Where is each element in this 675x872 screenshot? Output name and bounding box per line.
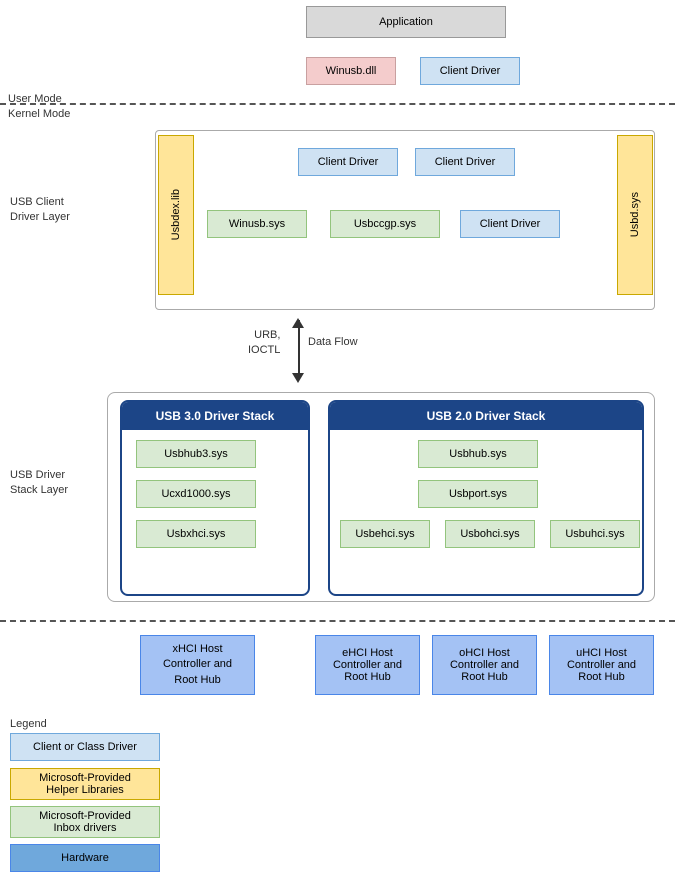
- user-kernel-divider: [0, 103, 675, 105]
- arrow-vertical: [298, 320, 300, 375]
- client-driver-top-box: Client Driver: [420, 57, 520, 85]
- client-driver-1-label: Client Driver: [318, 156, 379, 168]
- application-label: Application: [379, 16, 433, 28]
- client-driver-2-label: Client Driver: [435, 156, 496, 168]
- legend-ms-inbox-box: Microsoft-Provided Inbox drivers: [10, 806, 160, 838]
- client-driver-1-box: Client Driver: [298, 148, 398, 176]
- usbd-sys-box: Usbd.sys: [617, 135, 653, 295]
- usbccgp-sys-box: Usbccgp.sys: [330, 210, 440, 238]
- lower-divider: [0, 620, 675, 622]
- usbport-sys-label: Usbport.sys: [449, 488, 507, 500]
- usbohci-sys-box: Usbohci.sys: [445, 520, 535, 548]
- usbdex-lib-box: Usbdex.lib: [158, 135, 194, 295]
- client-driver-top-label: Client Driver: [440, 65, 501, 77]
- legend-client-driver-label: Client or Class Driver: [33, 741, 137, 753]
- usb20-stack-title: USB 2.0 Driver Stack: [427, 409, 546, 423]
- legend-client-driver-box: Client or Class Driver: [10, 733, 160, 761]
- legend-hardware-box: Hardware: [10, 844, 160, 872]
- usb30-stack-title: USB 3.0 Driver Stack: [156, 409, 275, 423]
- client-driver-3-box: Client Driver: [460, 210, 560, 238]
- urb-ioctl-label: URB,IOCTL: [248, 328, 280, 359]
- usbhub-sys-box: Usbhub.sys: [418, 440, 538, 468]
- arrow-down-head: [292, 373, 304, 383]
- usbxhci-sys-label: Usbxhci.sys: [167, 528, 226, 540]
- winusb-sys-label: Winusb.sys: [229, 218, 285, 230]
- usbuhci-sys-box: Usbuhci.sys: [550, 520, 640, 548]
- legend-ms-inbox-label: Microsoft-Provided Inbox drivers: [39, 810, 131, 834]
- usbuhci-sys-label: Usbuhci.sys: [565, 528, 624, 540]
- usbhub-sys-label: Usbhub.sys: [449, 448, 506, 460]
- winusb-dll-label: Winusb.dll: [326, 65, 377, 77]
- usb-client-driver-layer-label: USB ClientDriver Layer: [10, 195, 80, 226]
- ohci-host-box: oHCI Host Controller and Root Hub: [432, 635, 537, 695]
- client-driver-3-label: Client Driver: [480, 218, 541, 230]
- winusb-dll-box: Winusb.dll: [306, 57, 396, 85]
- xhci-host-box: xHCI Host Controller and Root Hub: [140, 635, 255, 695]
- usbehci-sys-label: Usbehci.sys: [355, 528, 414, 540]
- kernel-mode-label: Kernel Mode: [8, 108, 70, 120]
- legend-hardware-label: Hardware: [61, 852, 109, 864]
- usbdex-lib-label: Usbdex.lib: [170, 189, 182, 240]
- usbehci-sys-box: Usbehci.sys: [340, 520, 430, 548]
- xhci-host-label: xHCI Host Controller and Root Hub: [163, 642, 232, 688]
- ucxd1000-sys-label: Ucxd1000.sys: [161, 488, 230, 500]
- legend-ms-helper-box: Microsoft-Provided Helper Libraries: [10, 768, 160, 800]
- arrow-up-head: [292, 318, 304, 328]
- application-box: Application: [306, 6, 506, 38]
- ehci-host-label: eHCI Host Controller and Root Hub: [333, 647, 402, 683]
- usbhub3-sys-box: Usbhub3.sys: [136, 440, 256, 468]
- uhci-host-label: uHCI Host Controller and Root Hub: [567, 647, 636, 683]
- legend-ms-helper-label: Microsoft-Provided Helper Libraries: [39, 772, 131, 796]
- usbhub3-sys-label: Usbhub3.sys: [164, 448, 228, 460]
- usbxhci-sys-box: Usbxhci.sys: [136, 520, 256, 548]
- legend-label: Legend: [10, 718, 47, 730]
- ucxd1000-sys-box: Ucxd1000.sys: [136, 480, 256, 508]
- usbport-sys-box: Usbport.sys: [418, 480, 538, 508]
- usbccgp-sys-label: Usbccgp.sys: [354, 218, 416, 230]
- usb-driver-stack-layer-label: USB DriverStack Layer: [10, 468, 90, 499]
- uhci-host-box: uHCI Host Controller and Root Hub: [549, 635, 654, 695]
- data-flow-label: Data Flow: [308, 336, 358, 348]
- ohci-host-label: oHCI Host Controller and Root Hub: [450, 647, 519, 683]
- winusb-sys-box: Winusb.sys: [207, 210, 307, 238]
- usbd-sys-label: Usbd.sys: [629, 192, 641, 237]
- diagram-container: Application Winusb.dll Client Driver Use…: [0, 0, 675, 862]
- ehci-host-box: eHCI Host Controller and Root Hub: [315, 635, 420, 695]
- client-driver-2-box: Client Driver: [415, 148, 515, 176]
- usbohci-sys-label: Usbohci.sys: [460, 528, 519, 540]
